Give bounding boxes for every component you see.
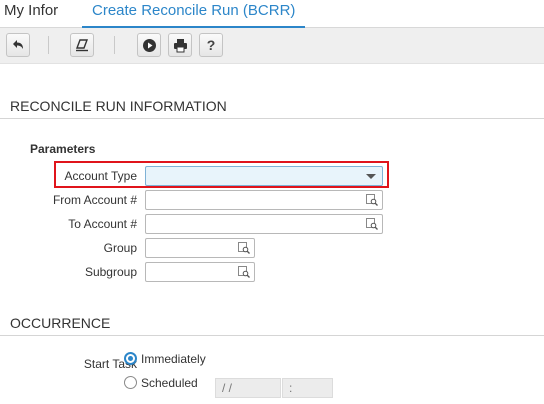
to-account-input[interactable] — [145, 214, 383, 234]
section-title-reconcile: RECONCILE RUN INFORMATION — [10, 98, 227, 114]
lookup-icon[interactable] — [238, 266, 250, 278]
from-account-label: From Account # — [52, 193, 137, 207]
to-account-label: To Account # — [68, 217, 137, 231]
toolbar: ? — [0, 28, 544, 64]
parameters-heading: Parameters — [30, 142, 96, 156]
lookup-icon[interactable] — [238, 242, 250, 254]
subgroup-label: Subgroup — [84, 265, 137, 279]
toolbar-divider — [114, 36, 115, 54]
subgroup-input[interactable] — [145, 262, 255, 282]
lookup-icon[interactable] — [366, 194, 378, 206]
highlight-frame — [54, 161, 389, 188]
undo-icon — [13, 40, 23, 49]
tab-my-infor[interactable]: My Infor — [4, 0, 58, 26]
radio-immediately[interactable] — [124, 352, 137, 365]
section-divider — [0, 118, 544, 119]
scheduled-date-input[interactable]: / / — [215, 378, 281, 398]
from-account-input[interactable] — [145, 190, 383, 210]
run-button[interactable] — [137, 33, 161, 57]
clear-icon — [75, 39, 89, 52]
start-task-label: Start Task — [83, 357, 137, 371]
section-title-occurrence: OCCURRENCE — [10, 315, 111, 331]
tab-create-reconcile-run[interactable]: Create Reconcile Run (BCRR) — [82, 0, 306, 28]
radio-scheduled[interactable] — [124, 376, 137, 389]
undo-button[interactable] — [6, 33, 30, 57]
scheduled-time-input[interactable]: : — [282, 378, 333, 398]
tab-bar: My Infor Create Reconcile Run (BCRR) — [0, 0, 544, 28]
run-icon — [142, 38, 156, 52]
lookup-icon[interactable] — [366, 218, 378, 230]
toolbar-divider — [48, 36, 49, 54]
radio-scheduled-label[interactable]: Scheduled — [141, 376, 198, 390]
clear-button[interactable] — [70, 33, 94, 57]
group-label: Group — [103, 241, 137, 255]
help-icon: ? — [206, 37, 216, 53]
radio-immediately-label[interactable]: Immediately — [141, 352, 206, 366]
group-input[interactable] — [145, 238, 255, 258]
help-button[interactable]: ? — [199, 33, 223, 57]
print-button[interactable] — [168, 33, 192, 57]
print-icon — [173, 38, 187, 52]
section-divider — [0, 335, 544, 336]
